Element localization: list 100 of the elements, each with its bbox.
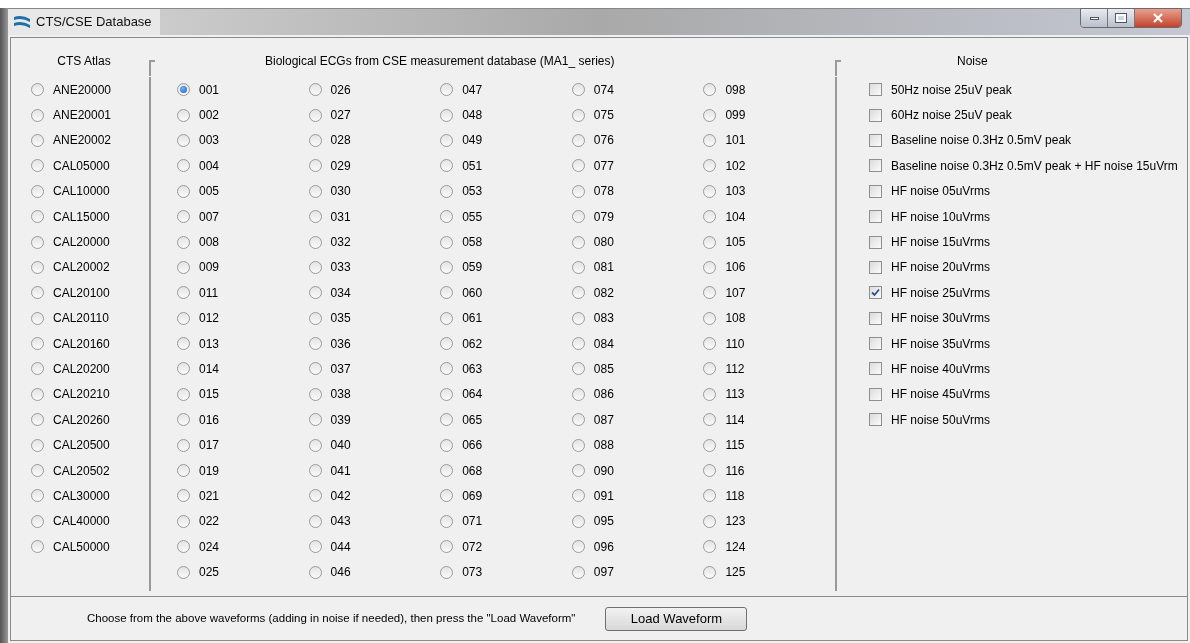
radio-option[interactable]: 101 — [703, 127, 835, 154]
radio-button[interactable] — [440, 540, 454, 554]
radio-option[interactable]: 025 — [177, 559, 309, 585]
radio-button[interactable] — [440, 108, 454, 122]
radio-button[interactable] — [703, 210, 717, 224]
radio-option[interactable]: 110 — [703, 330, 835, 357]
radio-button[interactable] — [571, 362, 585, 376]
radio-button[interactable] — [31, 184, 44, 198]
radio-option[interactable]: 077 — [571, 153, 704, 179]
radio-button[interactable] — [571, 337, 585, 351]
radio-option[interactable]: 031 — [308, 203, 441, 230]
radio-option[interactable]: 066 — [440, 432, 572, 458]
checkbox-option[interactable]: HF noise 10uVrms — [869, 203, 1187, 230]
checkbox-option[interactable]: HF noise 35uVrms — [869, 330, 1187, 357]
radio-option[interactable]: CAL20002 — [31, 254, 112, 281]
radio-option[interactable]: 096 — [571, 534, 704, 560]
radio-button[interactable] — [31, 210, 44, 224]
radio-option[interactable]: 013 — [177, 330, 309, 357]
radio-button[interactable] — [31, 159, 44, 173]
radio-option[interactable]: ANE20001 — [31, 102, 112, 128]
checkbox-option[interactable]: HF noise 30uVrms — [869, 305, 1187, 331]
radio-button[interactable] — [31, 286, 44, 300]
radio-button[interactable] — [571, 464, 585, 478]
radio-option[interactable]: 008 — [177, 229, 309, 255]
radio-button[interactable] — [703, 311, 717, 325]
radio-button[interactable] — [308, 464, 322, 478]
radio-button[interactable] — [440, 438, 454, 452]
radio-option[interactable]: 124 — [703, 534, 835, 560]
radio-option[interactable]: 069 — [440, 483, 572, 509]
radio-button[interactable] — [31, 514, 44, 528]
radio-button[interactable] — [703, 133, 717, 147]
radio-button[interactable] — [308, 260, 322, 274]
radio-button[interactable] — [308, 286, 322, 300]
radio-button[interactable] — [703, 286, 717, 300]
radio-option[interactable]: CAL40000 — [31, 508, 112, 535]
radio-button[interactable] — [31, 540, 44, 554]
radio-option[interactable]: CAL20000 — [31, 229, 112, 255]
radio-button[interactable] — [31, 464, 44, 478]
radio-option[interactable]: 033 — [308, 254, 441, 281]
radio-option[interactable]: 098 — [703, 77, 835, 103]
radio-button[interactable] — [308, 108, 322, 122]
radio-button[interactable] — [308, 565, 322, 579]
radio-option[interactable]: 103 — [703, 178, 835, 204]
radio-button[interactable] — [571, 514, 585, 528]
radio-option[interactable]: 055 — [440, 203, 572, 230]
radio-option[interactable]: 068 — [440, 457, 572, 484]
radio-button[interactable] — [703, 235, 717, 249]
radio-button[interactable] — [308, 235, 322, 249]
radio-option[interactable]: 086 — [571, 381, 704, 408]
radio-option[interactable]: 048 — [440, 102, 572, 128]
checkbox-option[interactable]: HF noise 45uVrms — [869, 381, 1187, 408]
radio-button[interactable] — [440, 337, 454, 351]
radio-option[interactable]: 083 — [571, 305, 704, 331]
radio-button[interactable] — [31, 362, 44, 376]
radio-option[interactable]: 009 — [177, 254, 309, 281]
radio-button[interactable] — [703, 514, 717, 528]
radio-option[interactable]: 062 — [440, 330, 572, 357]
radio-button[interactable] — [703, 489, 717, 503]
radio-option[interactable]: 019 — [177, 457, 309, 484]
radio-button[interactable] — [177, 387, 190, 401]
radio-button[interactable] — [440, 235, 454, 249]
radio-option[interactable]: 071 — [440, 508, 572, 535]
checkbox[interactable] — [869, 286, 882, 300]
radio-button[interactable] — [440, 210, 454, 224]
radio-button[interactable] — [177, 210, 190, 224]
radio-button[interactable] — [31, 108, 44, 122]
radio-option[interactable]: 001 — [177, 77, 309, 103]
radio-button[interactable] — [571, 210, 585, 224]
radio-button[interactable] — [177, 337, 190, 351]
radio-button[interactable] — [571, 540, 585, 554]
checkbox-option[interactable]: Baseline noise 0.3Hz 0.5mV peak + HF noise 15uVrm — [869, 153, 1187, 179]
radio-option[interactable]: 041 — [308, 457, 441, 484]
radio-option[interactable]: 039 — [308, 407, 441, 433]
radio-button[interactable] — [308, 489, 322, 503]
radio-option[interactable]: 090 — [571, 457, 704, 484]
radio-option[interactable]: 078 — [571, 178, 704, 204]
radio-option[interactable]: 027 — [308, 102, 441, 128]
radio-option[interactable]: 107 — [703, 280, 835, 306]
radio-button[interactable] — [308, 387, 322, 401]
radio-option[interactable]: ANE20002 — [31, 127, 112, 154]
radio-option[interactable]: 002 — [177, 102, 309, 128]
radio-button[interactable] — [308, 83, 322, 97]
radio-button[interactable] — [177, 159, 190, 173]
radio-button[interactable] — [703, 362, 717, 376]
checkbox-option[interactable]: HF noise 15uVrms — [869, 229, 1187, 255]
radio-button[interactable] — [31, 133, 44, 147]
radio-option[interactable]: 081 — [571, 254, 704, 281]
radio-option[interactable]: 060 — [440, 280, 572, 306]
radio-button[interactable] — [440, 464, 454, 478]
radio-button[interactable] — [440, 387, 454, 401]
radio-option[interactable]: 097 — [571, 559, 704, 585]
radio-option[interactable]: 063 — [440, 356, 572, 382]
radio-button[interactable] — [703, 413, 717, 427]
checkbox[interactable] — [869, 210, 882, 224]
radio-option[interactable]: CAL20210 — [31, 381, 112, 408]
radio-button[interactable] — [703, 540, 717, 554]
radio-button[interactable] — [177, 133, 190, 147]
radio-button[interactable] — [440, 83, 454, 97]
maximize-button[interactable] — [1108, 9, 1135, 27]
radio-option[interactable]: CAL20200 — [31, 356, 112, 382]
